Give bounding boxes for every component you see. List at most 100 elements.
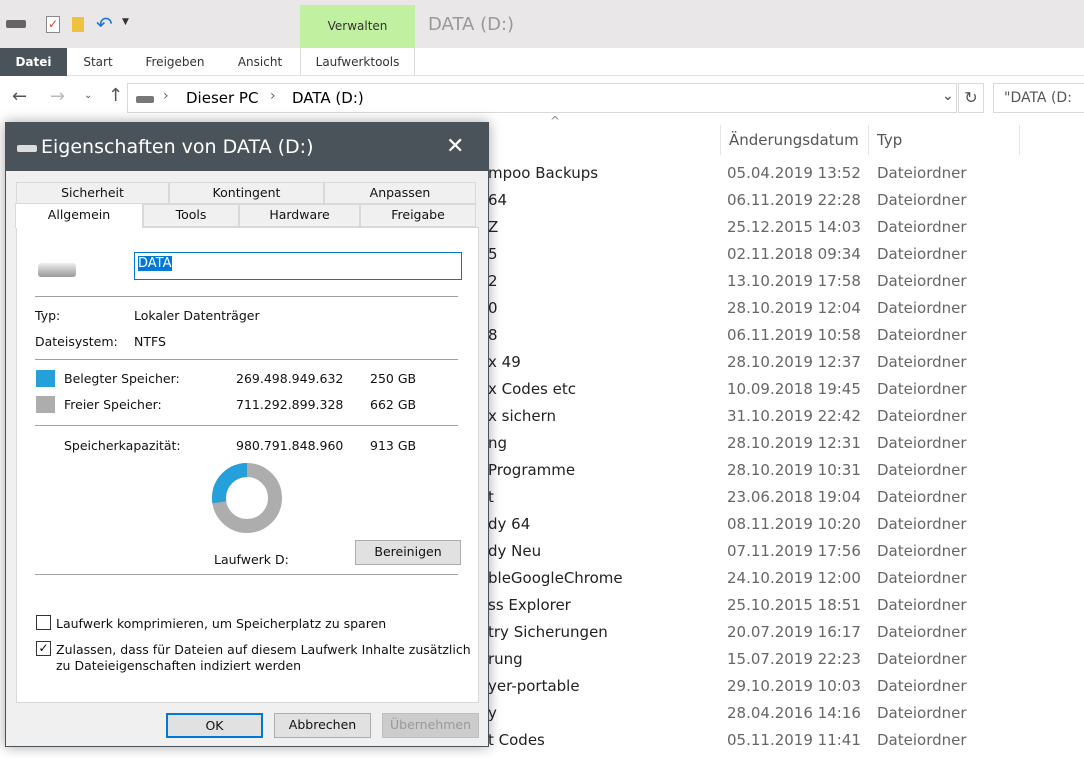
tab-hardware[interactable]: Hardware [239, 204, 360, 227]
file-row[interactable]: 5 02.11.2018 09:34 Dateiordner [488, 241, 1084, 268]
file-type: Dateiordner [877, 164, 967, 182]
file-name: 5 [488, 245, 498, 263]
file-row[interactable]: Programme 28.10.2019 10:31 Dateiordner [488, 457, 1084, 484]
divider [35, 296, 458, 297]
ok-button[interactable]: OK [166, 713, 263, 738]
breadcrumb-data[interactable]: DATA (D:) [292, 89, 364, 107]
file-type: Dateiordner [877, 326, 967, 344]
undo-icon[interactable]: ↶ [96, 12, 113, 36]
file-date: 05.04.2019 13:52 [727, 164, 861, 182]
address-bar[interactable]: › Dieser PC › DATA (D:) ⌄ [127, 83, 957, 113]
tab-freigeben[interactable]: Freigeben [130, 48, 220, 76]
back-icon[interactable]: ← [12, 86, 27, 107]
cancel-button[interactable]: Abbrechen [274, 713, 371, 738]
up-icon[interactable]: ↑ [108, 85, 123, 106]
file-name: Programme [488, 461, 576, 479]
breadcrumb-dieser-pc[interactable]: Dieser PC [186, 89, 258, 107]
file-type: Dateiordner [877, 191, 967, 209]
file-date: 31.10.2019 22:42 [727, 407, 861, 425]
compress-label: Laufwerk komprimieren, um Speicherplatz … [56, 616, 387, 631]
drive-icon [17, 145, 37, 152]
column-header-date[interactable]: Änderungsdatum [720, 125, 869, 155]
file-name: x Codes etc [488, 380, 576, 398]
file-row[interactable]: Z 25.12.2015 14:03 Dateiordner [488, 214, 1084, 241]
file-date: 29.10.2019 10:03 [727, 677, 861, 695]
chevron-right-icon: › [163, 88, 169, 104]
free-size: 662 GB [370, 397, 417, 412]
file-row[interactable]: 8 06.11.2019 10:58 Dateiordner [488, 322, 1084, 349]
file-date: 23.06.2018 19:04 [727, 488, 861, 506]
column-header-type[interactable]: Typ [869, 125, 1020, 155]
volume-name-input[interactable]: DATA [134, 252, 462, 280]
recent-dropdown-icon[interactable]: ⌄ [84, 90, 92, 101]
tab-datei[interactable]: Datei [0, 48, 67, 76]
file-row[interactable]: x 49 28.10.2019 12:37 Dateiordner [488, 349, 1084, 376]
capacity-size: 913 GB [370, 438, 417, 453]
filesystem-label: Dateisystem: [35, 334, 118, 349]
dialog-title-bar[interactable]: Eigenschaften von DATA (D:) ✕ [6, 123, 488, 171]
ribbon-tabs: Datei Start Freigeben Ansicht Laufwerkto… [0, 48, 1084, 76]
file-row[interactable]: x sichern 31.10.2019 22:42 Dateiordner [488, 403, 1084, 430]
refresh-icon[interactable]: ↻ [958, 83, 984, 113]
file-row[interactable]: ng 28.10.2019 12:31 Dateiordner [488, 430, 1084, 457]
cleanup-button[interactable]: Bereinigen [355, 540, 461, 565]
file-type: Dateiordner [877, 245, 967, 263]
compress-checkbox[interactable] [36, 615, 51, 630]
file-date: 08.11.2019 10:20 [727, 515, 861, 533]
tab-start[interactable]: Start [67, 48, 129, 76]
file-date: 06.11.2019 22:28 [727, 191, 861, 209]
file-row[interactable]: dy 64 08.11.2019 10:20 Dateiordner [488, 511, 1084, 538]
file-name: bleGoogleChrome [488, 569, 623, 587]
navigation-bar: ← → ⌄ ↑ › Dieser PC › DATA (D:) ⌄ ↻ "DAT… [0, 76, 1084, 122]
file-name: t Codes [488, 731, 545, 749]
file-row[interactable]: mpoo Backups 05.04.2019 13:52 Dateiordner [488, 160, 1084, 187]
file-row[interactable]: yer-portable 29.10.2019 10:03 Dateiordner [488, 673, 1084, 700]
used-color-swatch [36, 370, 55, 387]
file-row[interactable]: x Codes etc 10.09.2018 19:45 Dateiordner [488, 376, 1084, 403]
used-size: 250 GB [370, 371, 417, 386]
file-row[interactable]: y 28.04.2016 14:16 Dateiordner [488, 700, 1084, 727]
file-name: x sichern [488, 407, 557, 425]
index-checkbox[interactable]: ✓ [36, 641, 51, 656]
file-type: Dateiordner [877, 731, 967, 749]
tab-kontingent[interactable]: Kontingent [169, 182, 324, 204]
drive-icon [136, 96, 154, 103]
filesystem-value: NTFS [134, 334, 166, 349]
file-name: 8 [488, 326, 498, 344]
file-row[interactable]: dy Neu 07.11.2019 17:56 Dateiordner [488, 538, 1084, 565]
file-row[interactable]: t 23.06.2018 19:04 Dateiordner [488, 484, 1084, 511]
tab-allgemein[interactable]: Allgemein [15, 203, 143, 228]
tab-laufwerktools[interactable]: Laufwerktools [300, 48, 415, 76]
file-date: 02.11.2018 09:34 [727, 245, 861, 263]
new-folder-icon[interactable] [72, 17, 84, 32]
file-date: 25.10.2015 18:51 [727, 596, 861, 614]
type-value: Lokaler Datenträger [134, 308, 260, 323]
properties-icon[interactable]: ✓ [46, 16, 60, 33]
file-row[interactable]: ss Explorer 25.10.2015 18:51 Dateiordner [488, 592, 1084, 619]
tab-ansicht[interactable]: Ansicht [222, 48, 298, 76]
forward-icon[interactable]: → [50, 86, 65, 107]
tab-tools[interactable]: Tools [143, 204, 239, 227]
file-type: Dateiordner [877, 218, 967, 236]
file-date: 28.10.2019 10:31 [727, 461, 861, 479]
file-row[interactable]: bleGoogleChrome 24.10.2019 12:00 Dateiordn… [488, 565, 1084, 592]
tab-freigabe[interactable]: Freigabe [360, 204, 476, 227]
file-row[interactable]: 64 06.11.2019 22:28 Dateiordner [488, 187, 1084, 214]
search-input[interactable]: "DATA (D: [993, 83, 1084, 113]
tab-sicherheit[interactable]: Sicherheit [16, 182, 169, 204]
apply-button[interactable]: Übernehmen [382, 713, 479, 738]
dialog-title: Eigenschaften von DATA (D:) [41, 136, 314, 158]
file-row[interactable]: 2 13.10.2019 17:58 Dateiordner [488, 268, 1084, 295]
capacity-label: Speicherkapazität: [64, 438, 181, 453]
tab-anpassen[interactable]: Anpassen [324, 182, 476, 204]
file-row[interactable]: t Codes 05.11.2019 11:41 Dateiordner [488, 727, 1084, 754]
address-dropdown-icon[interactable]: ⌄ [942, 88, 954, 104]
file-type: Dateiordner [877, 299, 967, 317]
quick-access-dropdown-icon[interactable]: ▼ [122, 17, 129, 27]
file-type: Dateiordner [877, 380, 967, 398]
close-icon[interactable]: ✕ [446, 123, 464, 171]
file-row[interactable]: rung 15.07.2019 22:23 Dateiordner [488, 646, 1084, 673]
file-row[interactable]: try Sicherungen 20.07.2019 16:17 Dateiordn… [488, 619, 1084, 646]
file-date: 15.07.2019 22:23 [727, 650, 861, 668]
file-row[interactable]: 0 28.10.2019 12:04 Dateiordner [488, 295, 1084, 322]
